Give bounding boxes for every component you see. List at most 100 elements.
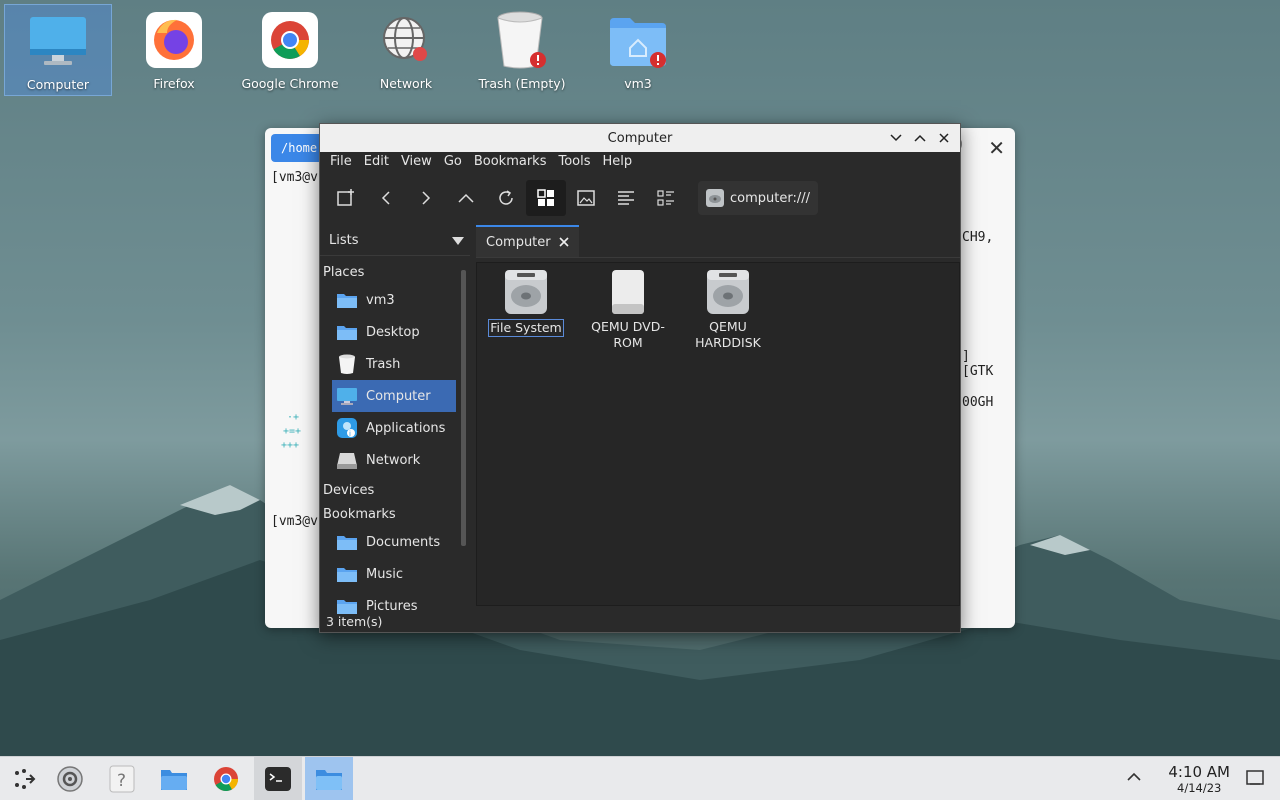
menu-view[interactable]: View xyxy=(395,152,438,174)
file-name-line: QEMU DVD- xyxy=(591,319,665,334)
taskbar: ? 4:10 AM 4/14/23 xyxy=(0,756,1280,800)
location-bar[interactable]: computer:/// xyxy=(698,181,818,215)
terminal-line: [vm3@v xyxy=(271,514,318,529)
sidebar-item-label: Trash xyxy=(366,356,401,372)
menu-help[interactable]: Help xyxy=(597,152,639,174)
taskbar-settings[interactable] xyxy=(46,757,94,800)
terminal-line-fragment: 00GH xyxy=(962,395,994,410)
launcher-icon xyxy=(15,769,36,789)
menu-tools[interactable]: Tools xyxy=(552,152,596,174)
back-button[interactable] xyxy=(366,180,406,216)
close-icon[interactable] xyxy=(559,237,569,247)
desktop-icon-label: Google Chrome xyxy=(241,76,339,91)
thumbnail-view-button[interactable] xyxy=(566,180,606,216)
window-titlebar[interactable]: Computer xyxy=(320,124,960,152)
menu-file[interactable]: File xyxy=(324,152,358,174)
sidebar-item-vm3[interactable]: vm3 xyxy=(332,284,456,316)
harddisk-icon xyxy=(502,267,550,317)
terminal-line-fragment: [GTK xyxy=(962,364,994,379)
window-title: Computer xyxy=(607,130,673,146)
sidebar-item-network[interactable]: Network xyxy=(332,444,456,476)
close-button[interactable] xyxy=(934,128,954,148)
icon-view-icon xyxy=(537,189,554,206)
desktop-icon-label: Trash (Empty) xyxy=(478,76,566,91)
menu-bookmarks[interactable]: Bookmarks xyxy=(468,152,553,174)
desktop-icon-vm3[interactable]: vm3 xyxy=(584,4,692,96)
taskbar-help[interactable]: ? xyxy=(98,757,146,800)
chevron-down-icon xyxy=(890,134,902,142)
clock[interactable]: 4:10 AM 4/14/23 xyxy=(1168,763,1230,795)
taskbar-chrome[interactable] xyxy=(202,757,250,800)
chevron-up-icon xyxy=(458,193,474,203)
app-launcher-button[interactable] xyxy=(0,757,48,800)
desktop-icon-computer[interactable]: Computer xyxy=(4,4,112,96)
sidebar-item-desktop[interactable]: Desktop xyxy=(332,316,456,348)
sidebar-item-label: vm3 xyxy=(366,292,395,308)
main-pane: Computer File System QEMU DVD- ROM QEMU … xyxy=(476,225,960,610)
forward-button[interactable] xyxy=(406,180,446,216)
detailed-view-button[interactable] xyxy=(646,180,686,216)
clock-time: 4:10 AM xyxy=(1168,763,1230,781)
desktop-icon-trash[interactable]: Trash (Empty) xyxy=(468,4,576,96)
sidebar-item-label: Applications xyxy=(366,420,446,436)
applications-icon: i xyxy=(337,418,357,438)
help-icon: ? xyxy=(109,765,135,793)
svg-text:+++: +++ xyxy=(281,440,299,451)
terminal-ascii-art: ·+ +=+ +++ xyxy=(281,412,301,451)
sidebar-item-label: Music xyxy=(366,566,403,582)
file-item-qemu-harddisk[interactable]: QEMU HARDDISK xyxy=(683,267,773,351)
places-heading: Places xyxy=(323,264,365,280)
sidebar-item-applications[interactable]: i Applications xyxy=(332,412,456,444)
detail-list-icon xyxy=(657,190,674,206)
terminal-line-fragment: ] xyxy=(962,349,970,364)
close-icon xyxy=(939,133,949,143)
image-icon xyxy=(577,190,595,206)
file-view[interactable]: File System QEMU DVD- ROM QEMU HARDDISK xyxy=(476,262,960,606)
svg-text:i: i xyxy=(349,430,351,438)
menu-go[interactable]: Go xyxy=(438,152,468,174)
sidebar-scrollbar[interactable] xyxy=(461,270,466,546)
sidebar-item-music[interactable]: Music xyxy=(332,558,456,590)
desktop-icon-firefox[interactable]: Firefox xyxy=(120,4,228,96)
taskbar-file-manager[interactable] xyxy=(150,757,198,800)
compact-view-button[interactable] xyxy=(606,180,646,216)
desktop-icon-google-chrome[interactable]: Google Chrome xyxy=(236,4,344,96)
maximize-button[interactable] xyxy=(910,128,930,148)
new-tab-button[interactable] xyxy=(326,180,366,216)
desktop-icon-label: Firefox xyxy=(153,76,195,91)
show-desktop-button[interactable] xyxy=(1246,769,1264,791)
svg-text:+=+: +=+ xyxy=(283,426,301,437)
desktop-icon-label: vm3 xyxy=(624,76,652,91)
sidebar-item-computer[interactable]: Computer xyxy=(332,380,456,412)
sidebar-mode-selector[interactable]: Lists xyxy=(320,226,470,256)
file-name: QEMU DVD- ROM xyxy=(591,319,665,351)
close-icon[interactable]: ✕ xyxy=(988,136,1005,160)
svg-text:?: ? xyxy=(117,771,126,791)
network-icon xyxy=(376,10,436,70)
icon-view-button[interactable] xyxy=(526,180,566,216)
file-manager-window[interactable]: Computer File Edit View Go Bookmarks Too… xyxy=(319,123,961,633)
minimize-button[interactable] xyxy=(886,128,906,148)
sidebar-item-trash[interactable]: Trash xyxy=(332,348,456,380)
tab-bar: Computer xyxy=(476,225,960,258)
reload-button[interactable] xyxy=(486,180,526,216)
sidebar-item-documents[interactable]: Documents xyxy=(332,526,456,558)
tray-expand-button[interactable] xyxy=(1126,769,1142,789)
chevron-right-icon xyxy=(422,191,431,205)
file-item-file-system[interactable]: File System xyxy=(481,267,571,337)
up-button[interactable] xyxy=(446,180,486,216)
folder-icon xyxy=(316,770,342,790)
menu-edit[interactable]: Edit xyxy=(358,152,395,174)
triangle-down-icon xyxy=(452,236,464,245)
toolbar: computer:/// xyxy=(320,174,960,222)
desktop-icon-label: Computer xyxy=(26,77,90,92)
network-drive-icon xyxy=(337,453,357,469)
desktop-icon-network[interactable]: Network xyxy=(352,4,460,96)
harddisk-icon xyxy=(704,267,752,317)
file-item-qemu-dvd-rom[interactable]: QEMU DVD- ROM xyxy=(583,267,673,351)
tab-computer[interactable]: Computer xyxy=(476,225,579,257)
taskbar-file-manager-active[interactable] xyxy=(305,757,353,800)
terminal-line: [vm3@v xyxy=(271,170,318,185)
taskbar-terminal[interactable] xyxy=(254,757,302,800)
chrome-icon xyxy=(260,10,320,70)
